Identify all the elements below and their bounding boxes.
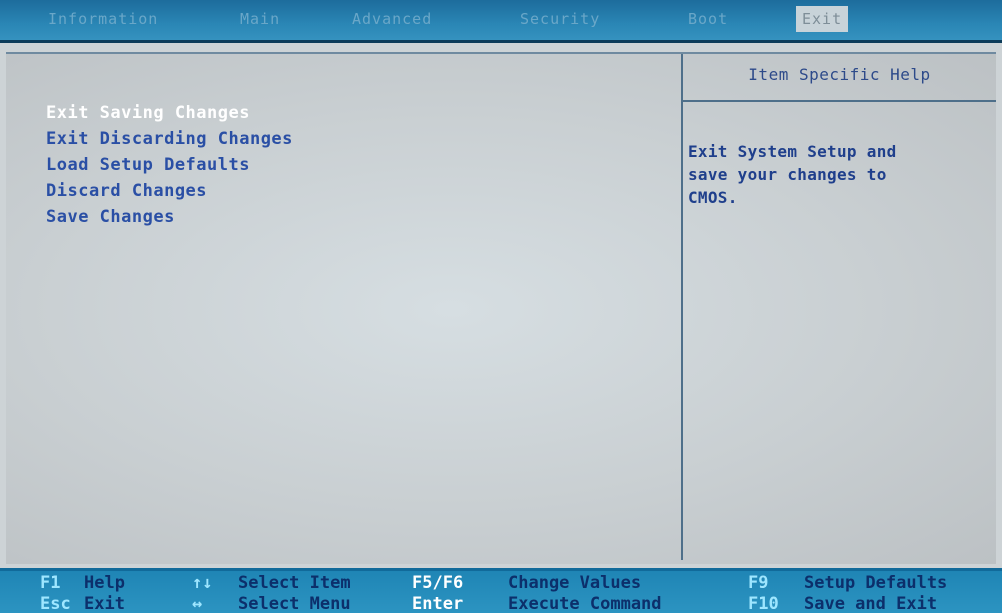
key-f5-f6: F5/F6 [412, 573, 464, 593]
tab-main[interactable]: Main [240, 10, 280, 28]
exit-options-list: Exit Saving Changes Exit Discarding Chan… [46, 100, 293, 230]
key-enter-desc: Execute Command [508, 594, 662, 613]
option-load-setup-defaults[interactable]: Load Setup Defaults [46, 152, 293, 178]
key-f1: F1 [40, 573, 61, 593]
tab-security[interactable]: Security [520, 10, 600, 28]
key-up-down: ↑↓ [192, 573, 213, 593]
key-f10: F10 [748, 594, 779, 613]
help-line: Exit System Setup and [688, 142, 897, 161]
help-line: CMOS. [688, 188, 738, 207]
key-f9-desc: Setup Defaults [804, 573, 948, 593]
key-esc: Esc [40, 594, 71, 613]
tab-exit[interactable]: Exit [796, 6, 849, 32]
panel-divider [681, 54, 683, 560]
key-f9: F9 [748, 573, 769, 593]
tab-boot[interactable]: Boot [688, 10, 728, 28]
tab-advanced[interactable]: Advanced [352, 10, 432, 28]
option-save-changes[interactable]: Save Changes [46, 204, 293, 230]
tab-information[interactable]: Information [48, 10, 158, 28]
option-discard-changes[interactable]: Discard Changes [46, 178, 293, 204]
key-left-right-desc: Select Menu [238, 594, 351, 613]
help-title: Item Specific Help [683, 54, 996, 102]
help-text: Exit System Setup and save your changes … [688, 140, 988, 209]
option-exit-discarding-changes[interactable]: Exit Discarding Changes [46, 126, 293, 152]
key-left-right: ↔ [192, 594, 203, 613]
help-line: save your changes to [688, 165, 887, 184]
key-f5-f6-desc: Change Values [508, 573, 642, 593]
key-f1-desc: Help [84, 573, 125, 593]
key-f10-desc: Save and Exit [804, 594, 938, 613]
main-panel: Exit Saving Changes Exit Discarding Chan… [6, 52, 996, 564]
key-legend-row-2: Esc Exit ↔ Select Menu Enter Execute Com… [0, 594, 1002, 613]
option-exit-saving-changes[interactable]: Exit Saving Changes [46, 100, 293, 126]
key-up-down-desc: Select Item [238, 573, 351, 593]
key-legend-bar: F1 Help ↑↓ Select Item F5/F6 Change Valu… [0, 568, 1002, 613]
key-esc-desc: Exit [84, 594, 125, 613]
bios-screen: Information Main Advanced Security Boot … [0, 0, 1002, 613]
key-legend-row-1: F1 Help ↑↓ Select Item F5/F6 Change Valu… [0, 573, 1002, 595]
menu-bar: Information Main Advanced Security Boot … [0, 0, 1002, 43]
key-enter: Enter [412, 594, 464, 613]
